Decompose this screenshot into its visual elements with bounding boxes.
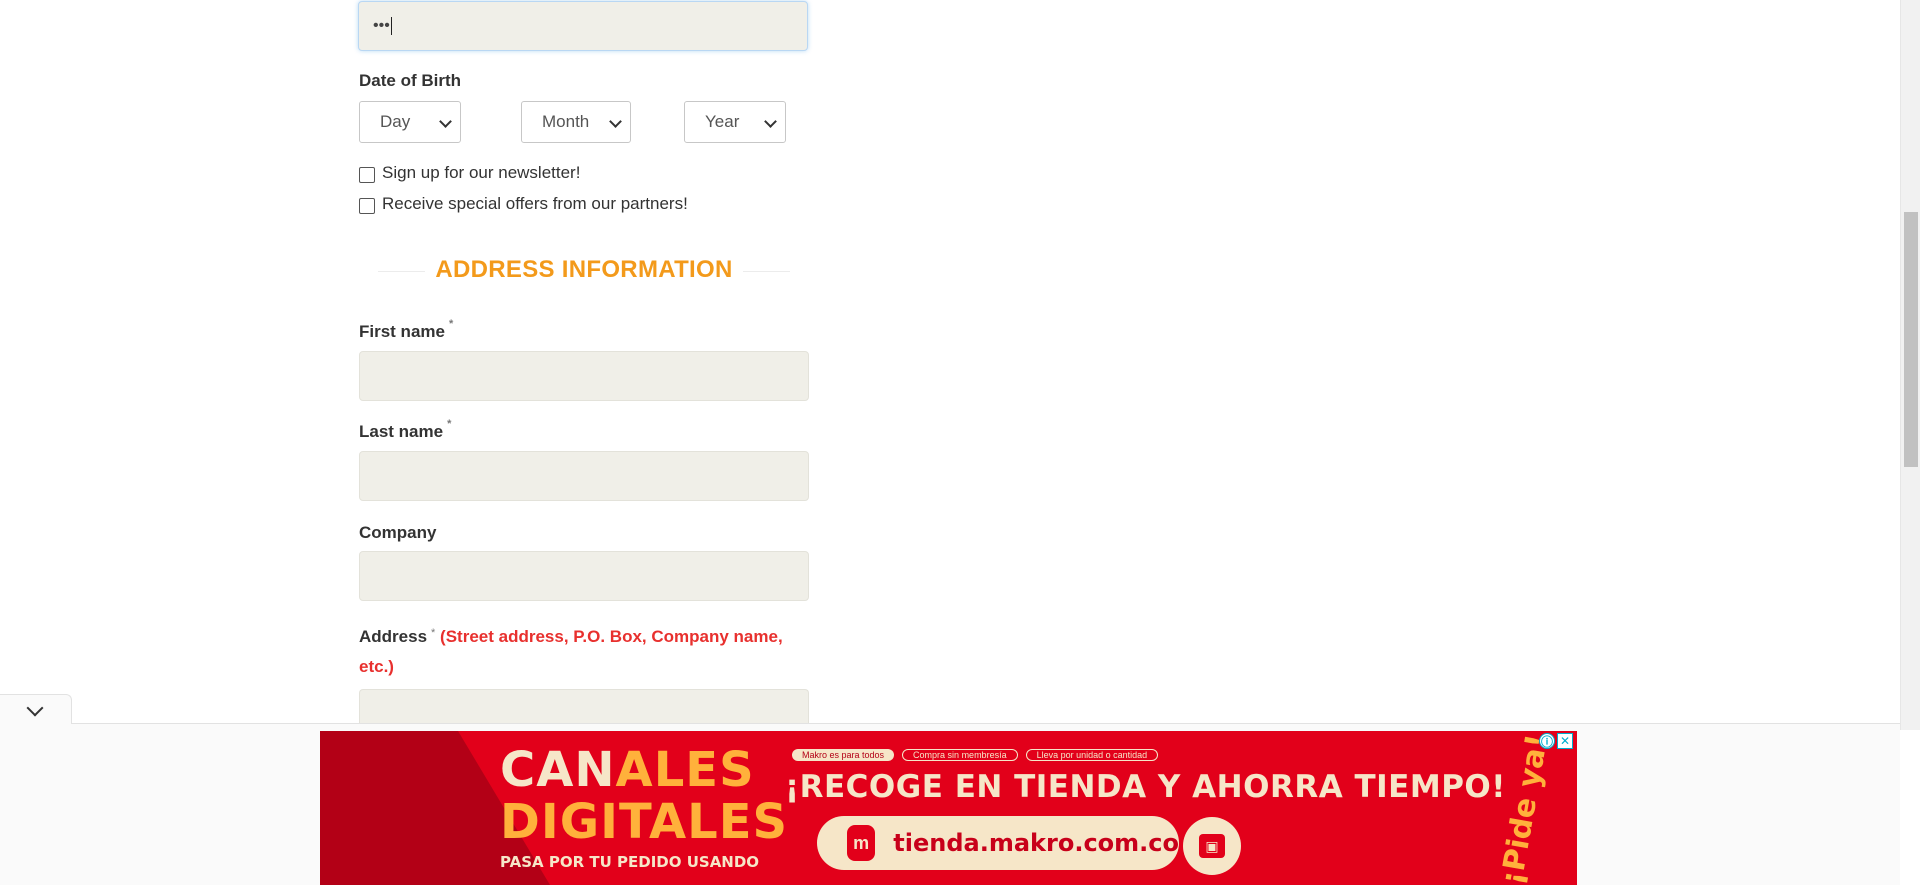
required-mark: * bbox=[448, 318, 454, 330]
month-select[interactable]: Month bbox=[521, 101, 631, 143]
banner-tag: Compra sin membresía bbox=[902, 749, 1018, 761]
ad-banner[interactable]: CANALES DIGITALES PASA POR TU PEDIDO USA… bbox=[320, 731, 1577, 885]
banner-brand-line2: DIGITALES bbox=[500, 795, 788, 849]
day-select-value: Day bbox=[380, 112, 411, 131]
ad-info-icon[interactable]: ⓘ bbox=[1539, 733, 1555, 749]
newsletter-label[interactable]: Sign up for our newsletter! bbox=[382, 163, 580, 183]
text-caret bbox=[390, 17, 392, 35]
page-scrollbar[interactable] bbox=[1900, 0, 1920, 730]
banner-brand-line1: CANALES bbox=[500, 743, 755, 797]
address-label: Address * (Street address, P.O. Box, Comp… bbox=[359, 622, 819, 682]
banner-side-text: ¡Pide ya! bbox=[1495, 732, 1556, 885]
dob-label: Date of Birth bbox=[359, 71, 461, 90]
brand-line1-b: ALES bbox=[615, 742, 755, 798]
pide-ya-text: ¡Pide ya! bbox=[1494, 731, 1556, 885]
chevron-down-icon bbox=[439, 115, 452, 128]
cart-icon: ▣ bbox=[1199, 834, 1225, 858]
banner-brand-small: PASA POR TU PEDIDO USANDO bbox=[500, 853, 760, 871]
brand-line1-a: CAN bbox=[500, 742, 616, 798]
ad-controls: ⓘ ✕ bbox=[1539, 733, 1573, 749]
required-mark: * bbox=[447, 418, 452, 430]
newsletter-checkbox[interactable] bbox=[359, 167, 375, 183]
section-title: ADDRESS INFORMATION bbox=[425, 256, 743, 284]
banner-url-pill[interactable]: m tienda.makro.com.co bbox=[817, 816, 1179, 870]
required-mark: * bbox=[431, 627, 436, 639]
brand-line2-a: DIGIT bbox=[500, 794, 649, 850]
brand-line2-b: ALES bbox=[648, 794, 789, 850]
offers-checkbox[interactable] bbox=[359, 198, 375, 214]
banner-headline: ¡RECOGE EN TIENDA Y AHORRA TIEMPO! bbox=[785, 769, 1506, 805]
banner-tag: Lleva por unidad o cantidad bbox=[1025, 749, 1159, 761]
ad-close-icon[interactable]: ✕ bbox=[1557, 733, 1573, 749]
year-select-value: Year bbox=[705, 112, 740, 131]
offers-row: Receive special offers from our partners… bbox=[359, 194, 688, 214]
last-name-input[interactable] bbox=[359, 451, 809, 501]
password-value: ••• bbox=[373, 17, 390, 34]
last-name-label-text: Last name bbox=[359, 422, 444, 441]
newsletter-row: Sign up for our newsletter! bbox=[359, 163, 580, 183]
company-label: Company bbox=[359, 523, 437, 542]
banner-cart-button[interactable]: ▣ bbox=[1183, 817, 1241, 875]
day-select[interactable]: Day bbox=[359, 101, 461, 143]
makro-logo-icon: m bbox=[847, 825, 876, 861]
password-input[interactable]: ••• bbox=[358, 1, 808, 51]
offers-label[interactable]: Receive special offers from our partners… bbox=[382, 194, 688, 214]
banner-tags: Makro es para todos Compra sin membresía… bbox=[792, 749, 1159, 761]
chevron-down-icon bbox=[764, 115, 777, 128]
scrollbar-thumb[interactable] bbox=[1904, 212, 1918, 467]
chevron-down-icon bbox=[26, 699, 44, 717]
company-input[interactable] bbox=[359, 551, 809, 601]
first-name-input[interactable] bbox=[359, 351, 809, 401]
banner-tag: Makro es para todos bbox=[792, 749, 895, 761]
first-name-label-text: First name bbox=[359, 322, 445, 341]
chevron-down-icon bbox=[609, 115, 622, 128]
page: ••• Date of Birth Day Month Year Sign up… bbox=[0, 0, 1920, 885]
year-select[interactable]: Year bbox=[684, 101, 786, 143]
ad-collapse-button[interactable] bbox=[0, 694, 72, 724]
banner-url: tienda.makro.com.co bbox=[893, 829, 1179, 857]
address-section-heading: ADDRESS INFORMATION bbox=[378, 252, 790, 288]
month-select-value: Month bbox=[542, 112, 590, 131]
address-label-text: Address bbox=[359, 627, 428, 646]
last-name-label: Last name * bbox=[359, 418, 451, 442]
first-name-label: First name * bbox=[359, 318, 453, 342]
